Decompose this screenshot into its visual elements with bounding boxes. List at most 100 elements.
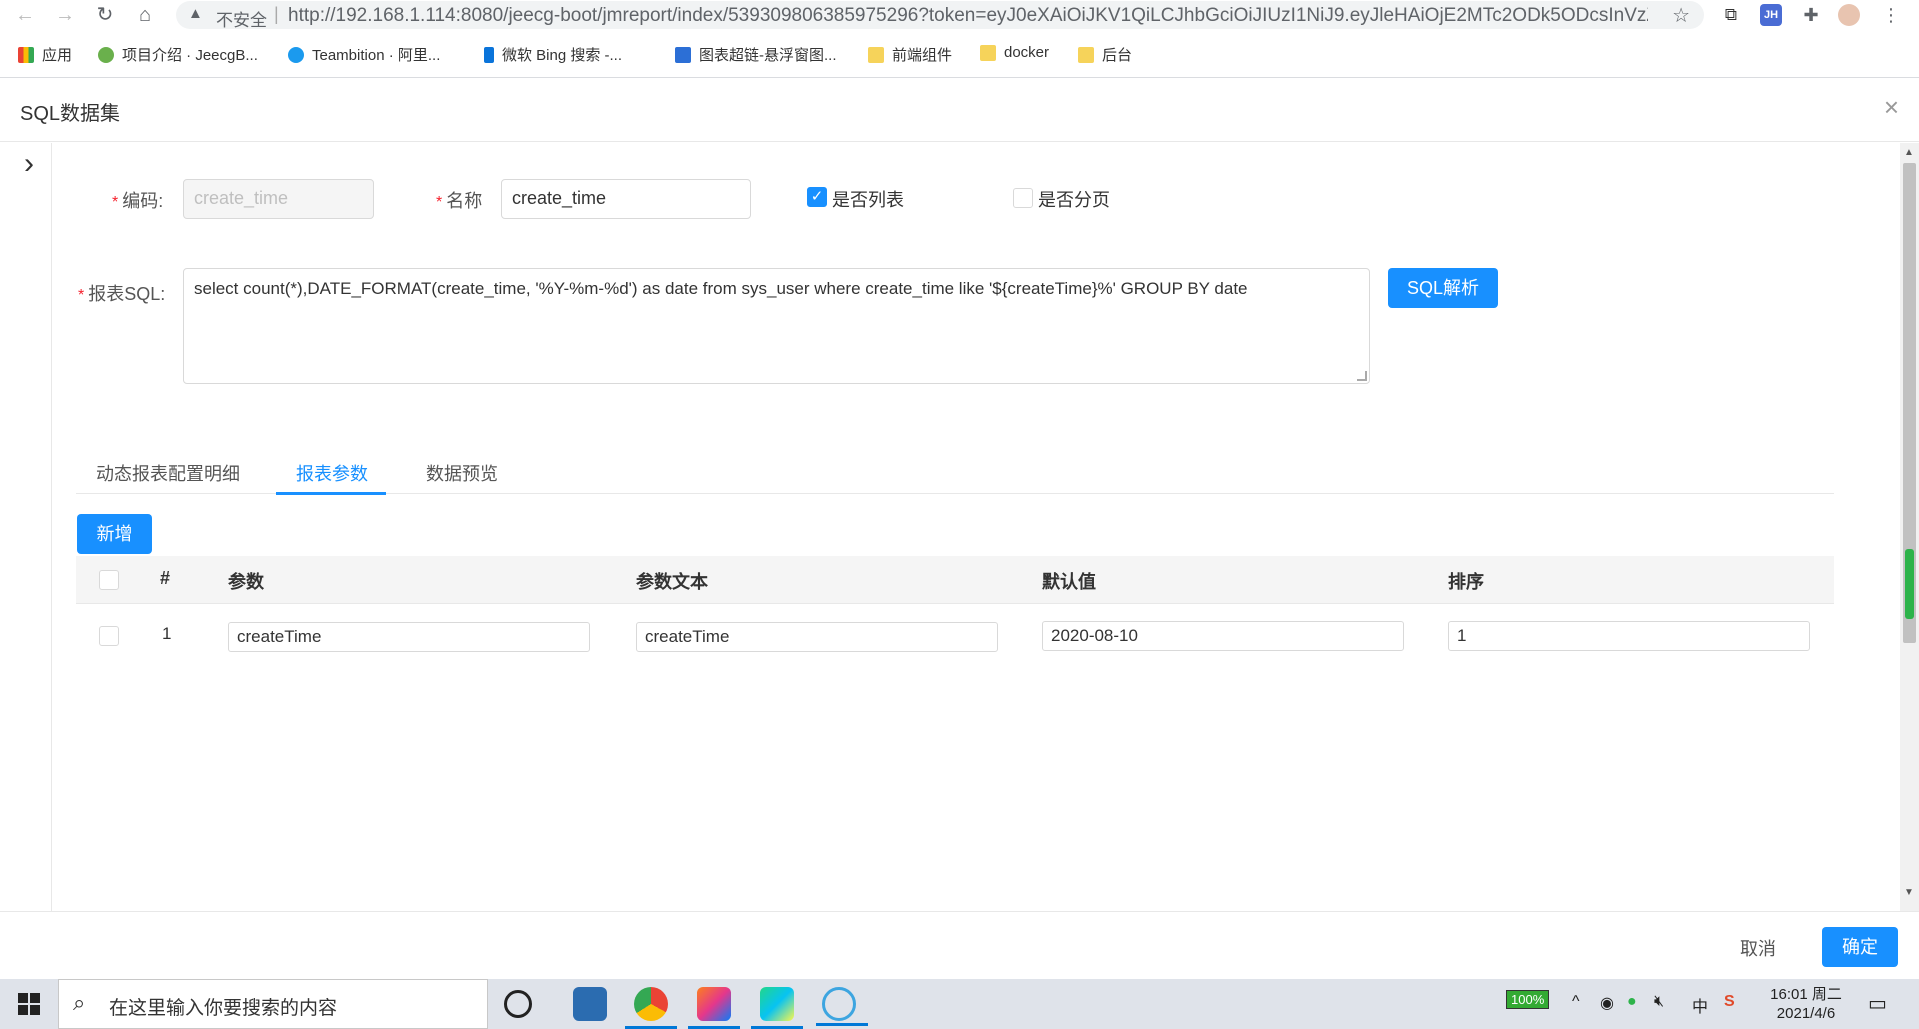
table-row: 1 createTime createTime 2020-08-10 1 — [76, 604, 1834, 666]
is-page-label: 是否分页 — [1038, 190, 1110, 210]
sogou-icon[interactable]: S — [1724, 993, 1735, 1011]
name-field[interactable]: create_time — [501, 179, 751, 219]
bookmark-backend[interactable]: 后台 — [1078, 44, 1132, 65]
home-icon[interactable]: ⌂ — [132, 2, 158, 28]
is-list-checkbox[interactable]: ✓ — [807, 187, 827, 207]
column-header-index: # — [160, 568, 171, 588]
system-clock[interactable]: 16:01 周二 2021/4/6 — [1766, 985, 1846, 1023]
column-header-order: 排序 — [1448, 572, 1484, 592]
profile-avatar[interactable] — [1838, 4, 1860, 26]
windows-start-icon[interactable] — [18, 993, 40, 1015]
column-header-param-text: 参数文本 — [636, 572, 708, 592]
jeecg-icon — [98, 46, 114, 63]
table-header: # 参数 参数文本 默认值 排序 — [76, 556, 1834, 604]
chevron-right-icon[interactable]: › — [24, 147, 34, 181]
qq-icon[interactable]: ◉ — [1600, 993, 1614, 1013]
scroll-up-icon[interactable]: ▲ — [1904, 147, 1914, 158]
apps-grid-icon — [18, 46, 34, 63]
bookmark-label: 微软 Bing 搜索 -... — [502, 47, 623, 64]
folder-icon — [1078, 46, 1094, 63]
tab-data-preview[interactable]: 数据预览 — [426, 460, 498, 486]
app-icon[interactable] — [816, 987, 868, 1026]
clock-date: 2021/4/6 — [1776, 1005, 1836, 1022]
close-icon[interactable]: × — [1884, 94, 1899, 120]
resize-handle[interactable] — [1357, 371, 1367, 381]
extension-icon[interactable]: ⧉ — [1720, 4, 1742, 26]
bookmark-jeecg[interactable]: 项目介绍 · JeecgB... — [98, 44, 258, 65]
address-bar[interactable]: ▲ 不安全 | http://192.168.1.114:8080/jeecg-… — [176, 1, 1704, 30]
confirm-button[interactable]: 确定 — [1822, 927, 1898, 967]
bookmark-chart-link[interactable]: 图表超链-悬浮窗图... — [675, 44, 837, 65]
bookmark-label: 图表超链-悬浮窗图... — [699, 47, 837, 64]
bing-icon — [484, 46, 494, 63]
row-checkbox[interactable] — [99, 626, 119, 646]
column-header-default: 默认值 — [1042, 572, 1096, 592]
bookmark-docker[interactable]: docker — [980, 44, 1049, 61]
security-status: 不安全 — [216, 11, 267, 30]
bookmark-bing[interactable]: 微软 Bing 搜索 -... — [484, 44, 622, 65]
webstorm-icon[interactable] — [751, 987, 803, 1029]
column-header-param: 参数 — [228, 572, 264, 592]
bookmark-label: 前端组件 — [892, 47, 953, 64]
sql-text: select count(*),DATE_FORMAT(create_time,… — [194, 279, 1248, 298]
volume-muted-icon[interactable]: 🔇︎ — [1654, 993, 1664, 1011]
order-input[interactable]: 1 — [1448, 621, 1810, 651]
search-placeholder: 在这里输入你要搜索的内容 — [109, 998, 338, 1019]
file-explorer-icon[interactable] — [573, 987, 607, 1021]
menu-icon[interactable]: ⋮ — [1880, 4, 1902, 26]
dialog-title: SQL数据集 — [20, 103, 121, 125]
battery-indicator[interactable]: 100% — [1506, 990, 1550, 1009]
wechat-icon[interactable]: ● — [1627, 993, 1637, 1011]
add-param-button[interactable]: 新增 — [77, 514, 152, 554]
active-tab-indicator — [276, 492, 386, 495]
bookmarks-bar: 应用 项目介绍 · JeecgB... Teambition · 阿里... 微… — [0, 40, 1919, 68]
bookmark-star-icon[interactable]: ☆ — [1672, 3, 1690, 28]
sql-parse-button[interactable]: SQL解析 — [1388, 268, 1498, 308]
intellij-icon[interactable] — [688, 987, 740, 1029]
site-icon — [675, 46, 691, 63]
bookmark-label: Teambition · 阿里... — [312, 47, 441, 64]
scroll-down-icon[interactable]: ▼ — [1904, 887, 1914, 898]
row-index: 1 — [162, 624, 172, 643]
sql-textarea[interactable]: select count(*),DATE_FORMAT(create_time,… — [183, 268, 1370, 384]
bookmark-frontend[interactable]: 前端组件 — [868, 44, 952, 65]
back-icon[interactable]: ← — [12, 2, 38, 28]
side-panel: › — [0, 143, 52, 911]
reload-icon[interactable]: ↻ — [92, 2, 118, 28]
folder-icon — [980, 44, 996, 61]
chevron-up-icon[interactable]: ^ — [1572, 993, 1580, 1011]
bookmark-label: docker — [1004, 44, 1050, 61]
cancel-button[interactable]: 取消 — [1740, 935, 1776, 961]
param-text-input[interactable]: createTime — [636, 622, 998, 652]
ime-indicator[interactable]: 中 — [1692, 993, 1708, 1017]
floating-widget[interactable] — [1905, 549, 1914, 619]
default-value-input[interactable]: 2020-08-10 — [1042, 621, 1404, 651]
folder-icon — [868, 46, 884, 63]
clock-time: 16:01 周二 — [1770, 986, 1842, 1003]
teambition-icon — [288, 46, 304, 63]
vertical-scrollbar[interactable]: ▲ ▼ — [1900, 143, 1919, 911]
puzzle-icon[interactable]: ✚ — [1800, 4, 1822, 26]
tab-report-params[interactable]: 报表参数 — [296, 460, 368, 486]
jh-extension-icon[interactable]: JH — [1760, 4, 1782, 26]
windows-taskbar: ⌕ 在这里输入你要搜索的内容 100% ^ ◉ ● 🔇︎ 中 S 16:01 周… — [0, 979, 1919, 1029]
notification-icon[interactable]: ▭ — [1868, 991, 1887, 1016]
param-input[interactable]: createTime — [228, 622, 590, 652]
bookmark-apps[interactable]: 应用 — [18, 44, 72, 65]
forward-icon[interactable]: → — [52, 2, 78, 28]
task-view-icon[interactable] — [504, 990, 532, 1018]
tab-config-detail[interactable]: 动态报表配置明细 — [96, 460, 240, 486]
browser-toolbar: ← → ↻ ⌂ ▲ 不安全 | http://192.168.1.114:808… — [0, 0, 1919, 30]
separator: | — [274, 4, 279, 24]
bookmark-teambition[interactable]: Teambition · 阿里... — [288, 44, 440, 65]
tab-bar: 动态报表配置明细 报表参数 数据预览 — [76, 446, 1834, 495]
taskbar-search-box[interactable]: ⌕ 在这里输入你要搜索的内容 — [58, 979, 488, 1029]
is-page-checkbox[interactable] — [1013, 188, 1033, 208]
code-field: create_time — [183, 179, 374, 219]
search-icon: ⌕ — [73, 990, 86, 1015]
url-text[interactable]: http://192.168.1.114:8080/jeecg-boot/jmr… — [288, 5, 1648, 27]
bookmark-label: 项目介绍 · JeecgB... — [122, 47, 258, 64]
dialog-footer: 取消 确定 — [0, 911, 1919, 979]
select-all-checkbox[interactable] — [99, 570, 119, 590]
chrome-icon[interactable] — [625, 987, 677, 1029]
